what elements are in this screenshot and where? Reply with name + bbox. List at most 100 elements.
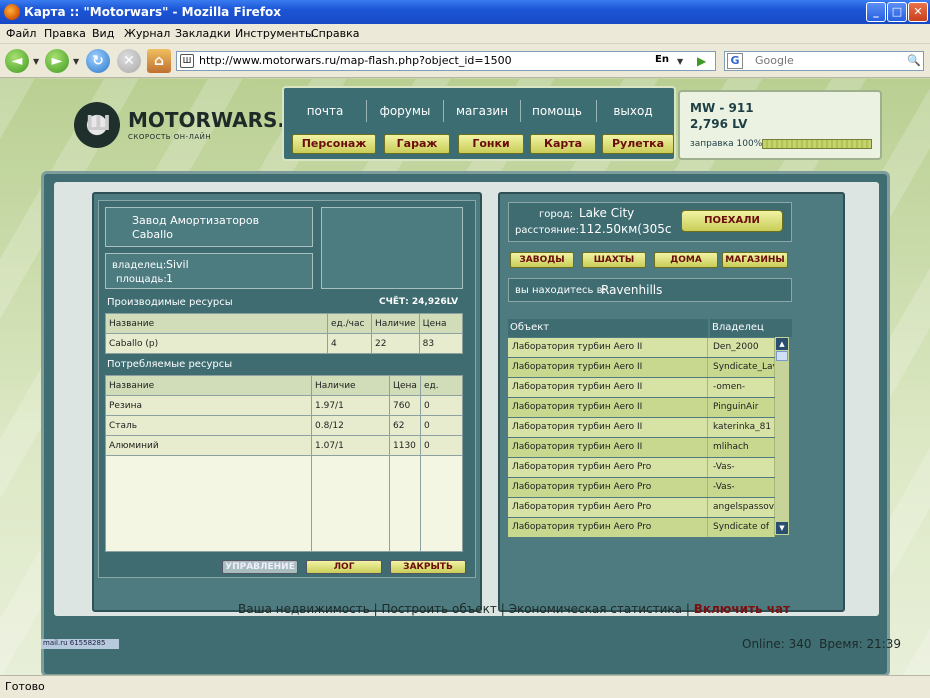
list-item[interactable]: Лаборатория турбин Aero Pro Syndicate of [508,518,775,537]
enable-chat-link[interactable]: Включить чат [694,602,790,616]
tab-mines[interactable]: ШАХТЫ [582,252,646,268]
menu-history[interactable]: Журнал [124,27,170,40]
tab-factories[interactable]: ЗАВОДЫ [510,252,574,268]
owner-name[interactable]: Sivil [166,258,189,271]
link-build-object[interactable]: Построить объект [381,602,496,616]
go-icon[interactable]: ▶ [697,54,706,68]
link-mail[interactable]: почта [290,104,360,118]
factory-owner-box: владелец: Sivil площадь: 1 [105,253,313,289]
table-row[interactable]: Алюминий 1.07/1 1130 0 [105,435,464,456]
go-button[interactable]: ПОЕХАЛИ [681,210,783,232]
location-label: вы находитесь в: [515,285,606,296]
back-dropdown-icon[interactable]: ▼ [33,57,39,66]
list-item[interactable]: Лаборатория турбин Aero II katerinka_81 [508,418,775,437]
list-item[interactable]: Лаборатория турбин Aero II Syndicate_Lav [508,358,775,377]
logo-slogan: СКОРОСТЬ ОН-ЛАЙН [128,133,212,141]
factory-image [321,207,463,289]
col-stock: Наличие [371,313,420,334]
maximize-button[interactable]: □ [887,2,907,22]
google-icon[interactable]: G [727,53,743,69]
list-scrollbar[interactable]: ▲ ▼ [775,337,789,535]
firefox-icon [4,4,20,20]
web-page: MOTORWARS.RU СКОРОСТЬ ОН-ЛАЙН почта фору… [0,79,930,675]
link-forums[interactable]: форумы [370,104,440,118]
close-factory-button[interactable]: ЗАКРЫТЬ [390,560,466,574]
window-titlebar: Карта :: "Motorwars" - Mozilla Firefox _… [0,0,930,24]
list-item[interactable]: Лаборатория турбин Aero Pro -Vas- [508,478,775,497]
character-button[interactable]: Персонаж [292,134,376,154]
location-name: Ravenhills [601,283,663,297]
list-item[interactable]: Лаборатория турбин Aero II PinguinAir [508,398,775,417]
player-balance: 2,796 LV [690,117,748,131]
location-box: вы находитесь в: Ravenhills [508,278,792,302]
col-price: Цена [389,375,421,396]
tab-shops[interactable]: МАГАЗИНЫ [722,252,788,268]
back-icon[interactable]: ◄ [5,49,29,73]
distance-value: 112.50км(305с [579,222,672,236]
produced-title: Производимые ресурсы [107,297,233,308]
site-logo[interactable]: MOTORWARS.RU СКОРОСТЬ ОН-ЛАЙН [74,102,317,152]
language-indicator[interactable]: En [655,54,669,65]
fuel-bar [762,139,872,149]
footer-links: Ваша недвижимость | Построить объект | Э… [238,602,791,616]
table-row[interactable]: Caballo (p) 4 22 83 [105,333,464,354]
search-icon[interactable]: 🔍 [907,54,921,67]
menu-view[interactable]: Вид [92,27,114,40]
list-item[interactable]: Лаборатория турбин Aero Pro -Vas- [508,458,775,477]
menu-help[interactable]: Справка [311,27,359,40]
area-label: площадь: [116,274,167,285]
search-box[interactable]: G 🔍 [724,51,924,71]
link-help[interactable]: помощь [522,104,592,118]
menu-edit[interactable]: Правка [44,27,86,40]
forward-dropdown-icon[interactable]: ▼ [73,57,79,66]
factory-brand: Caballo [132,228,173,241]
scroll-down-icon[interactable]: ▼ [776,522,788,534]
list-item[interactable]: Лаборатория турбин Aero II mlihach [508,438,775,457]
manage-button[interactable]: УПРАВЛЕНИЕ [222,560,298,574]
city-name: Lake City [579,206,635,220]
roulette-button[interactable]: Рулетка [602,134,674,154]
col-object: Объект [508,319,708,337]
scroll-thumb[interactable] [776,351,788,361]
forward-icon[interactable]: ► [45,49,69,73]
link-economic-stats[interactable]: Экономическая статистика [509,602,682,616]
table-row[interactable]: Резина 1.97/1 760 0 [105,395,464,416]
car-name: MW - 911 [690,101,754,115]
online-count: Online: 340 [742,637,812,651]
tab-houses[interactable]: ДОМА [654,252,718,268]
list-item[interactable]: Лаборатория турбин Aero Pro angelspassov [508,498,775,517]
player-status-box: MW - 911 2,796 LV заправка 100% [678,90,882,160]
link-shop[interactable]: магазин [447,104,517,118]
minimize-button[interactable]: _ [866,2,886,22]
reload-icon[interactable]: ↻ [86,49,110,73]
races-button[interactable]: Гонки [458,134,524,154]
log-button[interactable]: ЛОГ [306,560,382,574]
menu-bar: Файл Правка Вид Журнал Закладки Инструме… [0,24,930,44]
map-button[interactable]: Карта [530,134,596,154]
produced-table: Название ед./час Наличие Цена Caballo (p… [105,313,464,354]
home-icon[interactable]: ⌂ [147,49,171,73]
col-rate: ед./час [327,313,372,334]
menu-bookmarks[interactable]: Закладки [175,27,231,40]
scroll-up-icon[interactable]: ▲ [776,338,788,350]
menu-file[interactable]: Файл [6,27,36,40]
mail-counter-badge[interactable]: mail.ru 61558285 [41,639,119,649]
main-panel: Завод Амортизаторов Caballo владелец: Si… [41,171,890,675]
link-my-property[interactable]: Ваша недвижимость [238,602,370,616]
link-logout[interactable]: выход [598,104,668,118]
close-button[interactable]: ✕ [908,2,928,22]
list-item[interactable]: Лаборатория турбин Aero II -omen- [508,378,775,397]
garage-button[interactable]: Гараж [384,134,450,154]
col-stock: Наличие [311,375,390,396]
url-input[interactable] [199,54,619,67]
list-item[interactable]: Лаборатория турбин Aero II Den_2000 [508,338,775,357]
city-label: город: [539,209,574,220]
url-dropdown-icon[interactable]: ▼ [677,57,683,66]
address-bar[interactable]: Ш En ▼ ▶ [176,51,716,71]
search-input[interactable] [755,54,895,67]
table-row[interactable]: Сталь 0.8/12 62 0 [105,415,464,436]
menu-tools[interactable]: Инструменты [235,27,314,40]
stop-icon[interactable]: ✕ [117,49,141,73]
col-name: Название [105,313,328,334]
online-status: Online: 340 Время: 21:39 [742,637,901,651]
